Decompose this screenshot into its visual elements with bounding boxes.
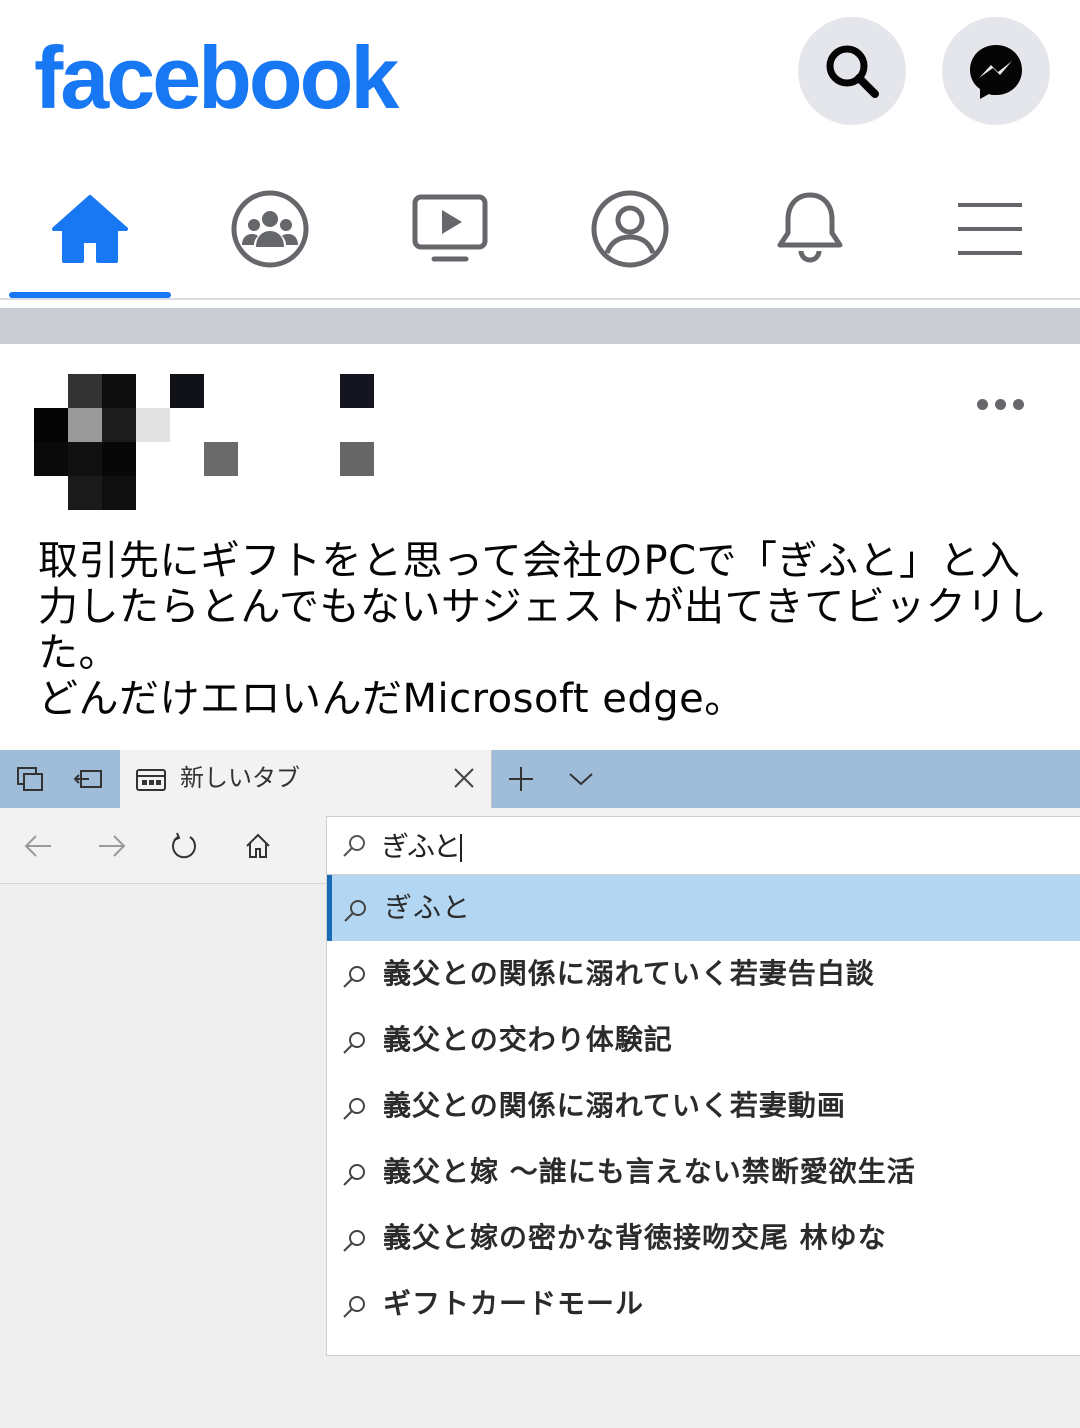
home-icon	[52, 195, 128, 263]
tab-title: 新しいタブ	[180, 764, 300, 792]
bell-icon	[777, 192, 843, 263]
suggestion-dropdown: ぎふと 義父との関係に溺れていく若妻告白談 義父との交わり体験記 義父との関係に…	[326, 874, 1080, 1356]
search-small-icon	[343, 1032, 365, 1054]
suggestion-item[interactable]: 義父と嫁の密かな背徳接吻交尾 林ゆな	[327, 1205, 1080, 1271]
browser-tab-bar: 新しいタブ	[0, 750, 1080, 810]
suggestion-label: 義父との関係に溺れていく若妻動画	[383, 1089, 846, 1122]
more-dot	[1012, 398, 1024, 410]
search-button[interactable]	[798, 17, 906, 125]
nav-notifications[interactable]	[720, 160, 900, 298]
more-options-icon	[976, 398, 988, 410]
nav-home[interactable]	[0, 160, 180, 298]
text-caret	[460, 834, 463, 862]
suggestion-label: 義父との関係に溺れていく若妻告白談	[383, 957, 875, 990]
post-more-button[interactable]	[960, 382, 1040, 426]
set-aside-icon	[73, 770, 102, 788]
refresh-icon	[172, 832, 196, 859]
messenger-button[interactable]	[942, 17, 1050, 125]
top-bar: facebook	[0, 0, 1080, 150]
plus-icon	[509, 767, 533, 791]
main-nav	[0, 160, 1080, 300]
messenger-icon	[970, 45, 1022, 99]
address-value: ぎふと	[381, 830, 461, 863]
active-tab[interactable]: 新しいタブ	[120, 750, 492, 810]
feed-divider	[0, 308, 1080, 344]
back-button[interactable]	[18, 828, 58, 864]
suggestion-label: 義父との交わり体験記	[383, 1023, 673, 1056]
home-button[interactable]	[238, 828, 278, 864]
active-tab-indicator	[9, 292, 171, 298]
suggestion-item[interactable]: ぎふと	[327, 875, 1080, 941]
search-small-icon	[344, 900, 366, 922]
tab-close-button[interactable]	[448, 762, 480, 794]
search-small-icon	[343, 1296, 365, 1318]
post-text: 取引先にギフトをと思って会社のPCで「ぎふと」と入力したらとんでもないサジェスト…	[38, 538, 1048, 722]
suggestion-label: ギフトカードモール	[383, 1287, 645, 1320]
search-small-icon	[343, 1098, 365, 1120]
search-icon	[826, 45, 879, 98]
search-small-icon	[343, 1230, 365, 1252]
suggestion-item[interactable]: ギフトカードモール	[327, 1271, 1080, 1337]
suggestion-label: ぎふと	[384, 891, 472, 924]
menu-icon	[958, 203, 1022, 255]
nav-menu[interactable]	[900, 160, 1080, 298]
home-outline-icon	[246, 833, 270, 858]
set-aside-tabs-button[interactable]	[72, 764, 104, 794]
new-tab-page-icon	[136, 769, 166, 791]
post-header	[0, 344, 1080, 524]
profile-icon	[591, 190, 669, 268]
forward-button[interactable]	[92, 828, 132, 864]
search-small-icon	[343, 835, 365, 857]
suggestion-label: 義父と嫁 ～誰にも言えない禁断愛欲生活	[383, 1155, 916, 1188]
address-bar[interactable]: ぎふと	[326, 816, 1080, 876]
arrow-right-icon	[99, 835, 126, 857]
tab-preview-button[interactable]	[566, 762, 596, 796]
new-tab-button[interactable]	[504, 762, 538, 796]
suggestion-item[interactable]: 義父との関係に溺れていく若妻告白談	[327, 941, 1080, 1007]
search-small-icon	[343, 966, 365, 988]
more-dot	[994, 398, 1006, 410]
nav-watch[interactable]	[360, 160, 540, 298]
suggestion-item[interactable]: 義父と嫁 ～誰にも言えない禁断愛欲生活	[327, 1139, 1080, 1205]
nav-profile[interactable]	[540, 160, 720, 298]
tab-overview-button[interactable]	[14, 764, 46, 794]
groups-icon	[231, 190, 309, 268]
close-icon	[454, 768, 474, 788]
suggestion-item[interactable]: 義父との関係に溺れていく若妻動画	[327, 1073, 1080, 1139]
tabs-aside-icon	[17, 767, 43, 791]
chevron-down-icon	[569, 773, 593, 786]
suggestion-item[interactable]: 義父との交わり体験記	[327, 1007, 1080, 1073]
nav-groups[interactable]	[180, 160, 360, 298]
search-small-icon	[343, 1164, 365, 1186]
arrow-left-icon	[24, 835, 51, 857]
post-image[interactable]: 新しいタブ ぎふと ぎふと 義父との関係に溺れていく若妻告白談 義父との交わり体…	[0, 750, 1080, 1428]
facebook-logo[interactable]: facebook	[34, 28, 399, 128]
refresh-button[interactable]	[164, 828, 204, 864]
address-input[interactable]: ぎふと	[381, 827, 463, 867]
suggestion-label: 義父と嫁の密かな背徳接吻交尾 林ゆな	[383, 1221, 887, 1254]
watch-icon	[412, 194, 488, 262]
